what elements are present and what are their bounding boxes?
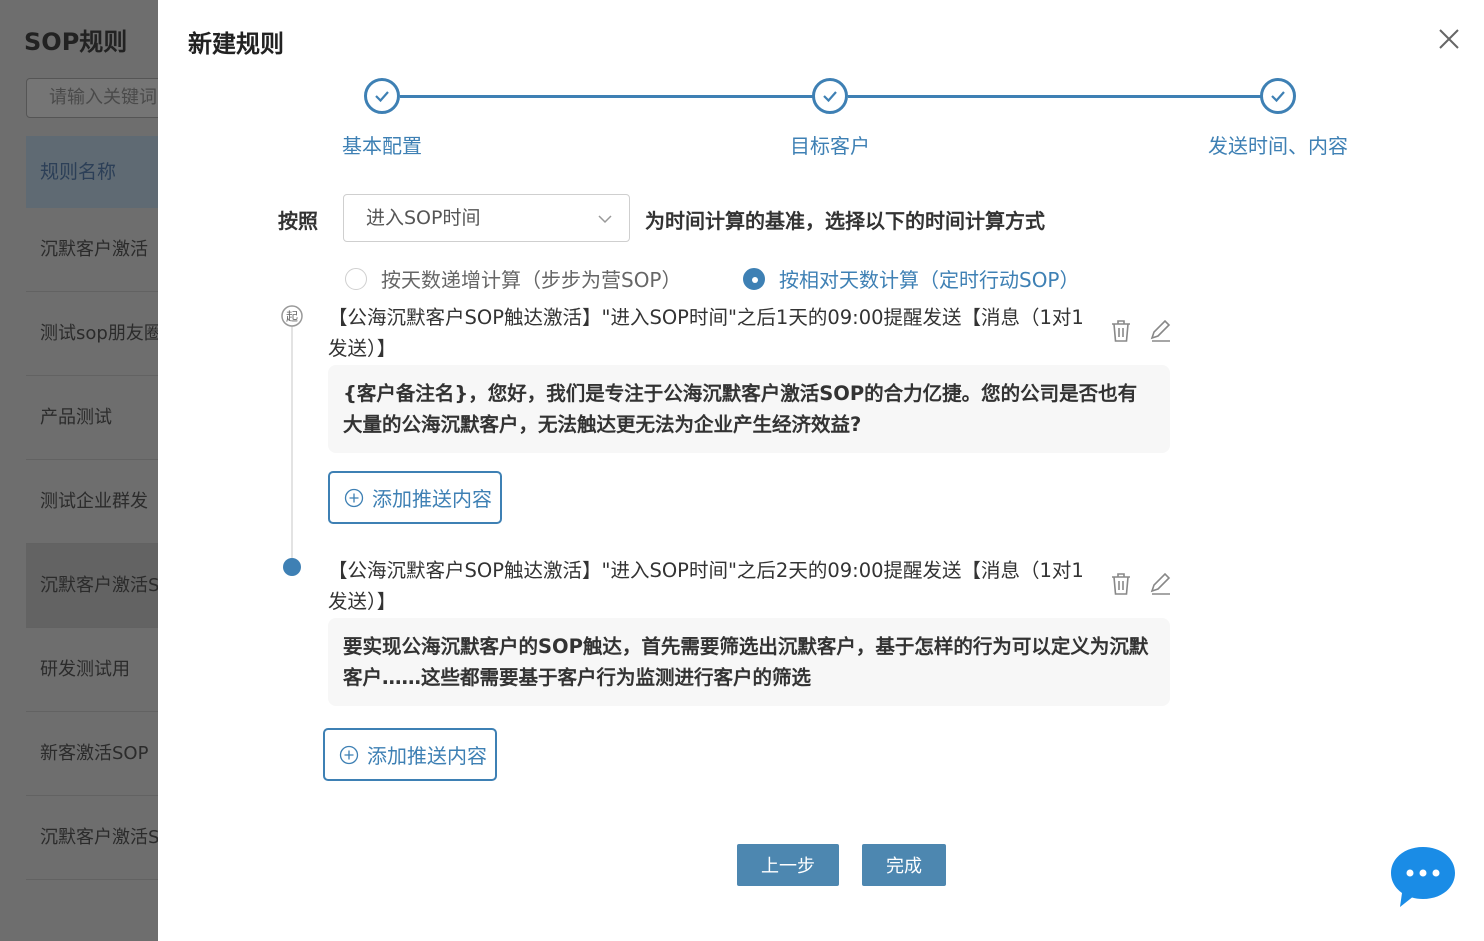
plus-circle-icon (339, 745, 359, 764)
radio-relative-days[interactable]: 按相对天数计算（定时行动SOP） (743, 264, 1080, 293)
svg-text:起: 起 (286, 310, 298, 324)
table-header: 规则名称 (26, 136, 166, 208)
radio-circle (743, 267, 765, 290)
select-value: 进入SOP时间 (366, 207, 481, 229)
message-content: 要实现公海沉默客户的SOP触达，首先需要筛选出沉默客户，基于怎样的行为可以定义为… (328, 618, 1170, 706)
chat-bubble-icon[interactable] (1388, 843, 1458, 913)
step-connector (848, 95, 1262, 98)
step-1-check-icon (364, 78, 400, 114)
table-row[interactable]: 研发测试用 (26, 628, 166, 712)
criteria-description: 为时间计算的基准，选择以下的时间计算方式 (645, 209, 1045, 233)
page-title: SOP规则 (24, 28, 128, 56)
item-actions (1108, 571, 1174, 597)
delete-icon[interactable] (1108, 571, 1134, 597)
step-label: 基本配置 (342, 134, 422, 158)
table-row[interactable]: 沉默客户激活 (26, 208, 166, 292)
radio-circle (345, 267, 367, 290)
table-row[interactable]: 测试sop朋友圈 (26, 292, 166, 376)
add-button-label: 添加推送内容 (372, 487, 492, 511)
item-actions (1108, 318, 1174, 344)
radio-label: 按天数递增计算（步步为营SOP） (381, 268, 682, 292)
delete-icon[interactable] (1108, 318, 1134, 344)
table-row[interactable]: 沉默客户激活SOP (26, 544, 166, 628)
criteria-prefix: 按照 (278, 209, 318, 233)
table-row[interactable]: 测试企业群发 (26, 460, 166, 544)
edit-icon[interactable] (1148, 571, 1174, 597)
timeline-item-header: 【公海沉默客户SOP触达激活】"进入SOP时间"之后1天的09:00提醒发送【消… (328, 306, 1084, 360)
add-push-content-button[interactable]: 添加推送内容 (323, 728, 497, 781)
plus-circle-icon (344, 488, 364, 507)
timeline-dot (283, 558, 301, 576)
step-indicator: 基本配置 目标客户 发送时间、内容 (158, 78, 1484, 168)
search-input[interactable]: 请输入关键词 (26, 78, 176, 118)
time-basis-select[interactable]: 进入SOP时间 (343, 194, 630, 242)
prev-step-button[interactable]: 上一步 (737, 844, 839, 886)
edit-icon[interactable] (1148, 318, 1174, 344)
step-label: 发送时间、内容 (1208, 134, 1348, 158)
table-row[interactable]: 新客激活SOP (26, 712, 166, 796)
add-push-content-button[interactable]: 添加推送内容 (328, 471, 502, 524)
step-2-check-icon (812, 78, 848, 114)
rules-table: 规则名称 沉默客户激活 测试sop朋友圈 产品测试 测试企业群发 沉默客户激活S… (26, 136, 166, 880)
timeline-item-header: 【公海沉默客户SOP触达激活】"进入SOP时间"之后2天的09:00提醒发送【消… (328, 559, 1084, 613)
background-page: SOP规则 请输入关键词 规则名称 沉默客户激活 测试sop朋友圈 产品测试 测… (0, 0, 176, 941)
timeline-line (291, 326, 293, 558)
radio-incremental-days[interactable]: 按天数递增计算（步步为营SOP） (345, 264, 682, 293)
step-3-check-icon (1260, 78, 1296, 114)
step-connector (400, 95, 814, 98)
close-icon[interactable] (1436, 26, 1462, 52)
finish-button[interactable]: 完成 (862, 844, 946, 886)
chevron-down-icon (598, 215, 612, 224)
timeline-start-icon: 起 (281, 305, 303, 327)
step-label: 目标客户 (790, 134, 870, 158)
message-content: {客户备注名}，您好，我们是专注于公海沉默客户激活SOP的合力亿捷。您的公司是否… (328, 365, 1170, 453)
table-row[interactable]: 沉默客户激活SOP (26, 796, 166, 880)
radio-label: 按相对天数计算（定时行动SOP） (779, 268, 1080, 292)
new-rule-dialog: 新建规则 基本配置 目标客户 发送时间、内容 按照 进入SOP时间 为时间计算的… (158, 0, 1484, 941)
table-row[interactable]: 产品测试 (26, 376, 166, 460)
dialog-title: 新建规则 (188, 30, 284, 58)
add-button-label: 添加推送内容 (367, 744, 487, 768)
